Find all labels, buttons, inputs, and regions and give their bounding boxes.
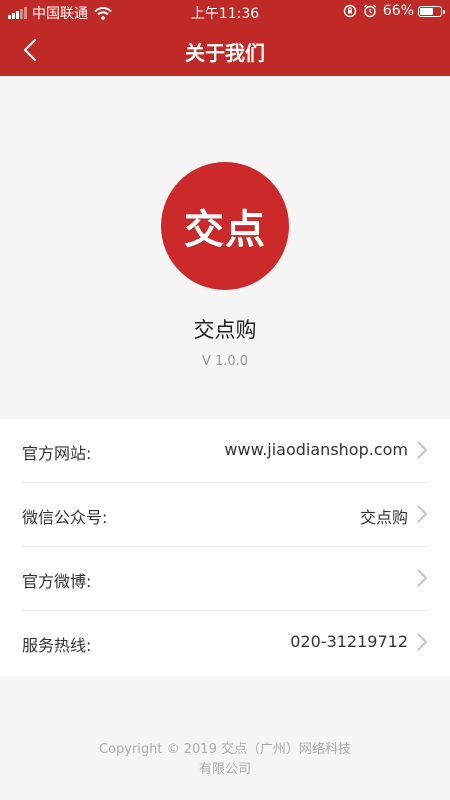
app-version: V 1.0.0 (201, 354, 249, 369)
chevron-right-icon (417, 633, 428, 651)
nav-bar: 关于我们 (0, 24, 450, 76)
info-row-wechat[interactable]: 微信公众号: 交点购 (22, 483, 428, 547)
copyright-line-2: 有限公司 (198, 762, 251, 777)
status-bar: 中国联通 上午11:36 66% (0, 0, 450, 24)
row-value: www.jiaodianshop.com (224, 440, 408, 459)
app-logo: 交点 (161, 162, 289, 290)
app-header: 交点 交点购 V 1.0.0 (0, 76, 450, 419)
logo-text: 交点 (184, 207, 266, 253)
copyright-footer: Copyright © 2019 交点（广州）网络科技 有限公司 (0, 740, 450, 780)
row-value: 交点购 (359, 508, 408, 527)
chevron-right-icon (417, 505, 428, 523)
info-row-website[interactable]: 官方网站: www.jiaodianshop.com (22, 419, 428, 483)
app-name: 交点购 (193, 318, 257, 342)
info-row-hotline[interactable]: 服务热线: 020-31219712 (22, 611, 428, 675)
row-label: 微信公众号: (22, 508, 108, 527)
alarm-icon (363, 4, 376, 18)
row-label: 官方网站: (22, 444, 92, 463)
row-label: 服务热线: (22, 636, 92, 655)
row-value: 020-31219712 (290, 632, 408, 651)
row-label: 官方微博: (22, 572, 92, 591)
chevron-right-icon (417, 569, 428, 587)
battery-percent: 66% (382, 3, 414, 19)
battery-icon (418, 5, 445, 17)
chevron-right-icon (417, 441, 428, 459)
info-list: 官方网站: www.jiaodianshop.com 微信公众号: 交点购 官方… (0, 419, 450, 676)
page-title: 关于我们 (185, 41, 265, 65)
status-right: 66% (343, 3, 445, 19)
copyright-line-1: Copyright © 2019 交点（广州）网络科技 (98, 742, 351, 757)
orientation-lock-icon (343, 4, 357, 18)
info-row-weibo[interactable]: 官方微博: (22, 547, 428, 611)
